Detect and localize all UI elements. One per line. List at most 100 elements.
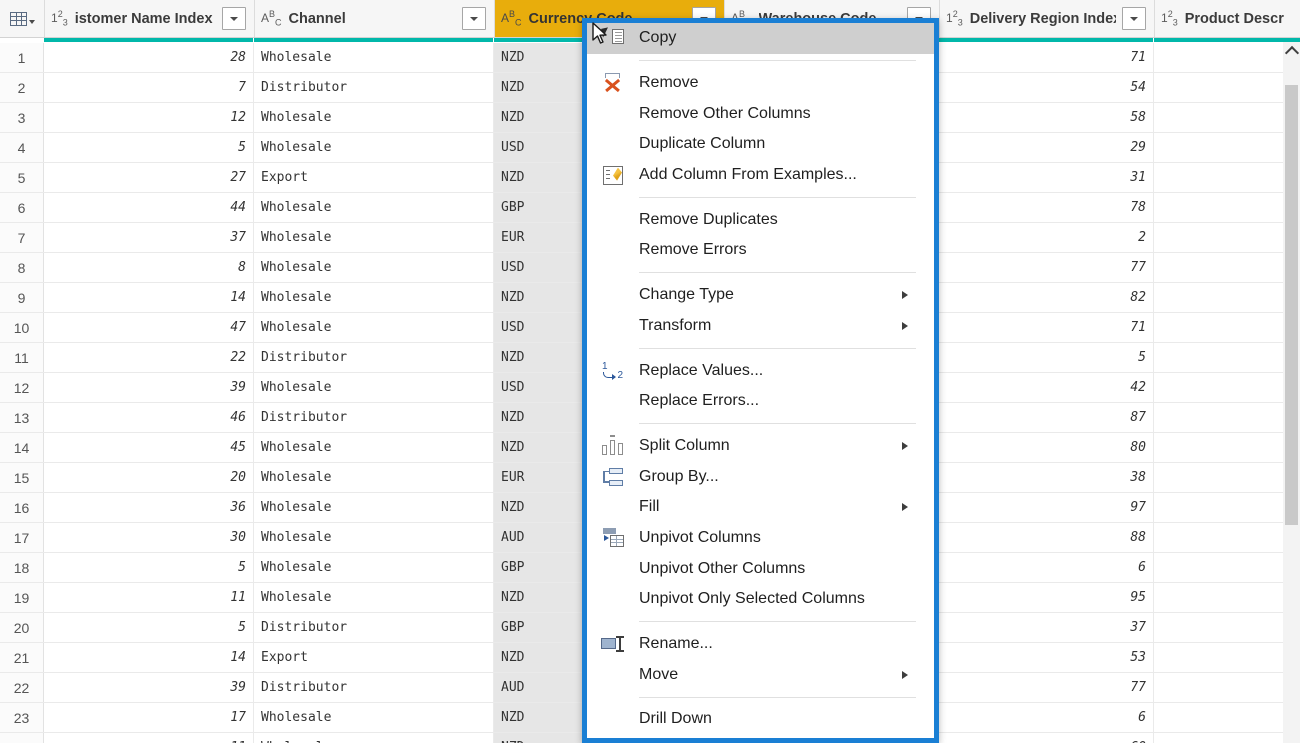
cell-product_description_index[interactable] <box>1154 613 1300 642</box>
cell-product_description_index[interactable] <box>1154 643 1300 672</box>
cell-channel[interactable]: Wholesale <box>254 223 494 252</box>
cell-customer_name_index[interactable]: 11 <box>44 733 254 743</box>
cell-customer_name_index[interactable]: 28 <box>44 43 254 72</box>
cell-product_description_index[interactable] <box>1154 493 1300 522</box>
cell-channel[interactable]: Distributor <box>254 403 494 432</box>
cell-channel[interactable]: Export <box>254 643 494 672</box>
cell-channel[interactable]: Wholesale <box>254 133 494 162</box>
cell-customer_name_index[interactable]: 12 <box>44 103 254 132</box>
cell-channel[interactable]: Distributor <box>254 343 494 372</box>
cell-product_description_index[interactable] <box>1154 403 1300 432</box>
cell-product_description_index[interactable] <box>1154 703 1300 732</box>
menu-item-unpivot-columns[interactable]: Unpivot Columns <box>587 523 934 554</box>
cell-product_description_index[interactable] <box>1154 733 1300 743</box>
cell-customer_name_index[interactable]: 47 <box>44 313 254 342</box>
vertical-scrollbar[interactable] <box>1283 42 1300 743</box>
cell-product_description_index[interactable] <box>1154 313 1300 342</box>
menu-item-replace-errors[interactable]: Replace Errors... <box>587 386 934 417</box>
cell-product_description_index[interactable] <box>1154 73 1300 102</box>
menu-item-unpivot-other-columns[interactable]: Unpivot Other Columns <box>587 553 934 584</box>
cell-customer_name_index[interactable]: 39 <box>44 673 254 702</box>
cell-product_description_index[interactable] <box>1154 103 1300 132</box>
cell-delivery_region_index[interactable]: 38 <box>939 463 1154 492</box>
cell-channel[interactable]: Wholesale <box>254 103 494 132</box>
scroll-up-button[interactable] <box>1283 42 1300 60</box>
cell-delivery_region_index[interactable]: 71 <box>939 43 1154 72</box>
cell-delivery_region_index[interactable]: 71 <box>939 313 1154 342</box>
cell-delivery_region_index[interactable]: 54 <box>939 73 1154 102</box>
menu-item-remove-other-columns[interactable]: Remove Other Columns <box>587 98 934 129</box>
cell-product_description_index[interactable] <box>1154 253 1300 282</box>
cell-channel[interactable]: Wholesale <box>254 583 494 612</box>
cell-customer_name_index[interactable]: 46 <box>44 403 254 432</box>
menu-item-add-as-new-query[interactable]: Add as New Query <box>587 735 934 738</box>
cell-customer_name_index[interactable]: 5 <box>44 133 254 162</box>
cell-delivery_region_index[interactable]: 6 <box>939 553 1154 582</box>
cell-channel[interactable]: Export <box>254 163 494 192</box>
cell-delivery_region_index[interactable]: 2 <box>939 223 1154 252</box>
menu-item-copy[interactable]: Copy <box>587 23 934 54</box>
cell-delivery_region_index[interactable]: 87 <box>939 403 1154 432</box>
cell-delivery_region_index[interactable]: 58 <box>939 103 1154 132</box>
cell-channel[interactable]: Wholesale <box>254 493 494 522</box>
cell-delivery_region_index[interactable]: 42 <box>939 373 1154 402</box>
cell-delivery_region_index[interactable]: 82 <box>939 283 1154 312</box>
cell-customer_name_index[interactable]: 5 <box>44 613 254 642</box>
menu-item-drill-down[interactable]: Drill Down <box>587 704 934 735</box>
cell-channel[interactable]: Wholesale <box>254 733 494 743</box>
cell-product_description_index[interactable] <box>1154 523 1300 552</box>
menu-item-transform[interactable]: Transform <box>587 311 934 342</box>
cell-product_description_index[interactable] <box>1154 133 1300 162</box>
cell-product_description_index[interactable] <box>1154 283 1300 312</box>
cell-customer_name_index[interactable]: 20 <box>44 463 254 492</box>
cell-product_description_index[interactable] <box>1154 193 1300 222</box>
cell-product_description_index[interactable] <box>1154 553 1300 582</box>
cell-product_description_index[interactable] <box>1154 163 1300 192</box>
menu-item-remove[interactable]: Remove <box>587 68 934 99</box>
cell-product_description_index[interactable] <box>1154 433 1300 462</box>
cell-delivery_region_index[interactable]: 37 <box>939 613 1154 642</box>
cell-customer_name_index[interactable]: 14 <box>44 283 254 312</box>
cell-channel[interactable]: Distributor <box>254 673 494 702</box>
cell-channel[interactable]: Wholesale <box>254 553 494 582</box>
cell-channel[interactable]: Wholesale <box>254 43 494 72</box>
menu-item-change-type[interactable]: Change Type <box>587 280 934 311</box>
cell-channel[interactable]: Wholesale <box>254 373 494 402</box>
cell-delivery_region_index[interactable]: 29 <box>939 133 1154 162</box>
cell-product_description_index[interactable] <box>1154 223 1300 252</box>
cell-customer_name_index[interactable]: 11 <box>44 583 254 612</box>
column-header-product_description_index[interactable]: 123 Product Descr <box>1155 0 1300 37</box>
menu-item-move[interactable]: Move <box>587 659 934 690</box>
menu-item-remove-errors[interactable]: Remove Errors <box>587 235 934 266</box>
cell-product_description_index[interactable] <box>1154 43 1300 72</box>
cell-customer_name_index[interactable]: 5 <box>44 553 254 582</box>
column-header-channel[interactable]: ABC Channel <box>255 0 495 37</box>
cell-delivery_region_index[interactable]: 77 <box>939 253 1154 282</box>
menu-item-replace-values[interactable]: 1 2 Replace Values... <box>587 355 934 386</box>
cell-channel[interactable]: Distributor <box>254 613 494 642</box>
cell-channel[interactable]: Distributor <box>254 73 494 102</box>
select-all-columns-button[interactable] <box>0 0 45 37</box>
cell-delivery_region_index[interactable]: 6 <box>939 703 1154 732</box>
menu-item-remove-duplicates[interactable]: Remove Duplicates <box>587 204 934 235</box>
cell-delivery_region_index[interactable]: 60 <box>939 733 1154 743</box>
cell-customer_name_index[interactable]: 14 <box>44 643 254 672</box>
cell-channel[interactable]: Wholesale <box>254 193 494 222</box>
cell-delivery_region_index[interactable]: 31 <box>939 163 1154 192</box>
menu-item-group-by[interactable]: Group By... <box>587 461 934 492</box>
cell-channel[interactable]: Wholesale <box>254 703 494 732</box>
cell-product_description_index[interactable] <box>1154 373 1300 402</box>
filter-dropdown-button-delivery_region_index[interactable] <box>1122 7 1146 30</box>
menu-item-unpivot-only-selected-columns[interactable]: Unpivot Only Selected Columns <box>587 584 934 615</box>
cell-customer_name_index[interactable]: 7 <box>44 73 254 102</box>
cell-delivery_region_index[interactable]: 97 <box>939 493 1154 522</box>
cell-delivery_region_index[interactable]: 5 <box>939 343 1154 372</box>
cell-delivery_region_index[interactable]: 53 <box>939 643 1154 672</box>
cell-customer_name_index[interactable]: 17 <box>44 703 254 732</box>
menu-item-duplicate-column[interactable]: Duplicate Column <box>587 129 934 160</box>
menu-item-split-column[interactable]: Split Column <box>587 431 934 462</box>
cell-channel[interactable]: Wholesale <box>254 463 494 492</box>
cell-customer_name_index[interactable]: 39 <box>44 373 254 402</box>
cell-channel[interactable]: Wholesale <box>254 313 494 342</box>
cell-channel[interactable]: Wholesale <box>254 253 494 282</box>
